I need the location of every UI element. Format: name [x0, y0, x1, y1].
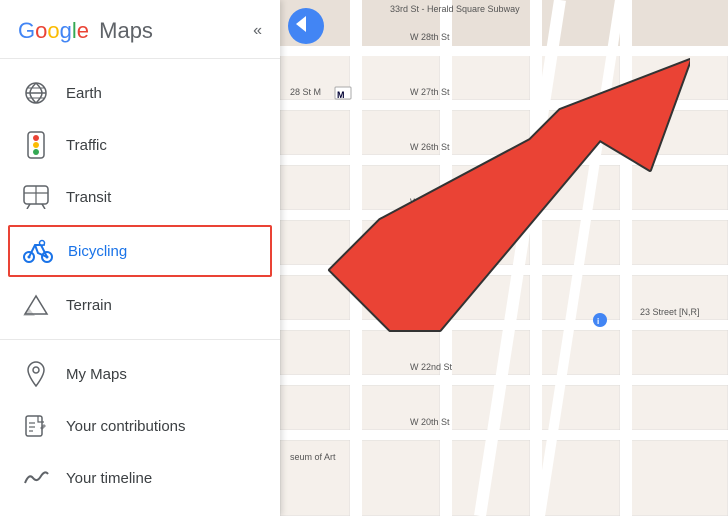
- terrain-label: Terrain: [66, 297, 112, 314]
- svg-text:i: i: [597, 317, 599, 326]
- map-svg: 33rd St - Herald Square Subway W 28th St…: [280, 0, 728, 516]
- maps-text: Maps: [93, 18, 153, 44]
- sidebar-item-transit[interactable]: Transit: [0, 171, 280, 223]
- sidebar-item-bicycling[interactable]: Bicycling: [8, 225, 272, 277]
- svg-text:W 27th St: W 27th St: [410, 87, 450, 97]
- sidebar: Google Maps « Earth: [0, 0, 280, 516]
- earth-label: Earth: [66, 85, 102, 102]
- sidebar-item-earth[interactable]: Earth: [0, 67, 280, 119]
- svg-text:28 St: 28 St: [640, 87, 662, 97]
- contributions-label: Your contributions: [66, 418, 186, 435]
- my-maps-label: My Maps: [66, 366, 127, 383]
- map-area[interactable]: 33rd St - Herald Square Subway W 28th St…: [280, 0, 728, 516]
- sidebar-header: Google Maps «: [0, 0, 280, 59]
- svg-text:W 25th St: W 25th St: [410, 197, 450, 207]
- traffic-label: Traffic: [66, 137, 107, 154]
- bicycling-label: Bicycling: [68, 243, 127, 260]
- timeline-label: Your timeline: [66, 470, 152, 487]
- svg-text:33rd St - Herald Square Subway: 33rd St - Herald Square Subway: [390, 4, 520, 14]
- contributions-icon: [20, 410, 52, 442]
- svg-text:W 24th St: W 24th St: [410, 252, 450, 262]
- logo-text: Google: [18, 18, 89, 44]
- extra-options-section: My Maps Your contributions: [0, 340, 280, 516]
- google-maps-logo: Google Maps: [18, 18, 153, 44]
- bicycling-icon: [22, 235, 54, 267]
- svg-text:23 Street [N,R]: 23 Street [N,R]: [640, 307, 700, 317]
- transit-label: Transit: [66, 189, 111, 206]
- earth-icon: [20, 77, 52, 109]
- sidebar-item-my-maps[interactable]: My Maps: [0, 348, 280, 400]
- svg-text:W 23rd St: W 23rd St: [410, 307, 451, 317]
- sidebar-item-share[interactable]: Share or embed map: [0, 504, 280, 516]
- svg-text:M: M: [337, 90, 345, 100]
- svg-text:W 22nd St: W 22nd St: [410, 362, 453, 372]
- sidebar-item-contributions[interactable]: Your contributions: [0, 400, 280, 452]
- map-types-section: Earth Traffic: [0, 59, 280, 340]
- svg-text:W 20th St: W 20th St: [410, 417, 450, 427]
- sidebar-item-terrain[interactable]: Terrain: [0, 279, 280, 331]
- svg-text:W 28th St: W 28th St: [410, 32, 450, 42]
- sidebar-item-traffic[interactable]: Traffic: [0, 119, 280, 171]
- collapse-button[interactable]: «: [253, 22, 262, 40]
- my-maps-icon: [20, 358, 52, 390]
- terrain-icon: [20, 289, 52, 321]
- svg-text:28 St M: 28 St M: [290, 87, 321, 97]
- svg-text:W 26th St: W 26th St: [410, 142, 450, 152]
- map-background: 33rd St - Herald Square Subway W 28th St…: [280, 0, 728, 516]
- transit-icon: [20, 181, 52, 213]
- svg-text:seum of Art: seum of Art: [290, 452, 336, 462]
- timeline-icon: [20, 462, 52, 494]
- sidebar-item-timeline[interactable]: Your timeline: [0, 452, 280, 504]
- traffic-icon: [20, 129, 52, 161]
